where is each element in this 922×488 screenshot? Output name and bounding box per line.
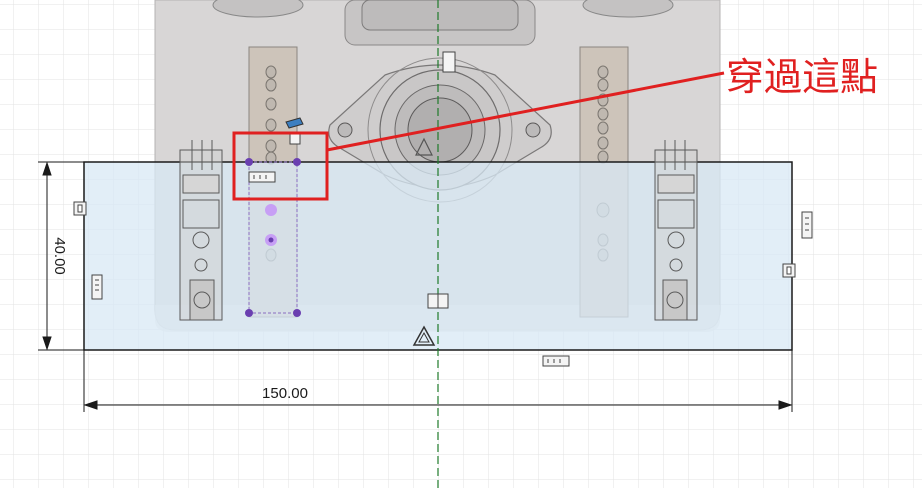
sketch-point[interactable] xyxy=(245,309,253,317)
left-bracket xyxy=(179,140,223,321)
width-dimension-label[interactable]: 150.00 xyxy=(262,385,308,402)
sketch-point[interactable] xyxy=(245,158,253,166)
sketch-point[interactable] xyxy=(265,204,277,216)
sketch-point[interactable] xyxy=(293,309,301,317)
height-dimension-label[interactable]: 40.00 xyxy=(51,237,68,275)
sketch-point[interactable] xyxy=(293,158,301,166)
design-canvas[interactable]: 40.00 150.00 穿過這點 xyxy=(0,0,922,488)
annotation-label: 穿過這點 xyxy=(726,55,878,99)
right-bracket xyxy=(654,140,698,321)
